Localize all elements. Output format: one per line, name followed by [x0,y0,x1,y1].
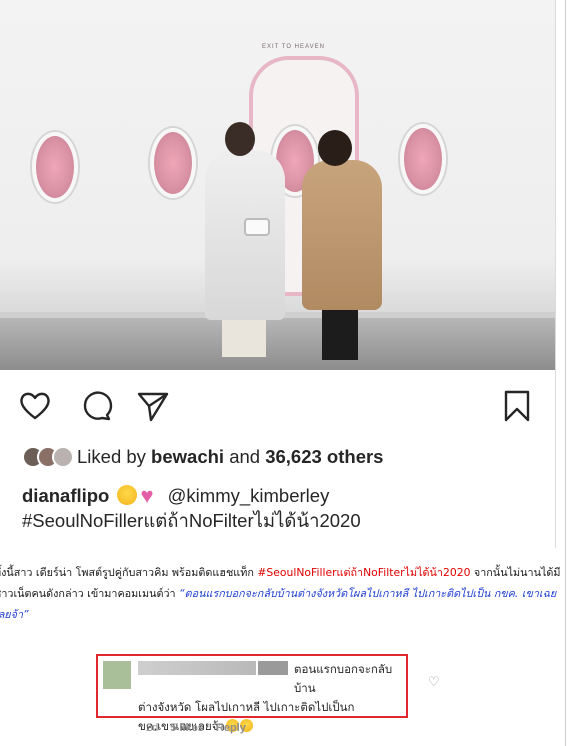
page-divider [565,0,566,746]
comment-icon[interactable] [80,389,114,423]
liked-by-joiner: and [229,446,261,467]
article-text-part1: ทั้งนี้สาว เดียร์น่า โพสต์รูปคู่กับสาวคิ… [0,566,258,579]
liked-by-prefix: Liked by [77,446,146,467]
likes-count[interactable]: 36,623 others [265,446,383,467]
likes-summary[interactable]: Liked by bewachi and 36,623 others [22,443,383,471]
photo-floor [0,318,555,370]
article-hashtag: #SeoulNoFillerแต่ถ้าNoFilterไม่ได้น้า202… [257,566,471,579]
instagram-post-card: EXIT TO HEAVEN Liked by bewachi and 36,6… [0,0,556,548]
person-right-head [318,130,352,166]
pink-heart-emoji-icon [141,483,161,508]
exit-sign: EXIT TO HEAVEN [262,44,325,50]
comment-like-heart-icon[interactable]: ♡ [428,674,440,690]
avatar [52,446,74,468]
comment-time: 2d [146,722,159,734]
comment-highlight-box: ตอนแรกบอกจะกลับบ้าน ต่างจังหวัด โผลไปเกา… [96,654,408,733]
post-actions-bar [0,372,555,436]
article-paragraph: ทั้งนี้สาว เดียร์น่า โพสต์รูปคู่กับสาวคิ… [0,562,569,625]
laughing-emoji-icon [116,485,137,505]
plane-window [32,132,78,202]
share-icon[interactable] [136,389,170,423]
plane-window [150,128,196,198]
commenter-avatar-blurred [103,661,131,689]
bookmark-icon[interactable] [500,389,534,423]
handbag [244,218,270,236]
person-left-head [225,122,255,156]
comment-line-2: ต่างจังหวัด โผลไปเกาหลี ไปเกาะติดไปเป็นก [138,700,355,714]
comment-line-1: ตอนแรกบอกจะกลับบ้าน [294,662,393,695]
post-caption: dianaflipo @kimmy_kimberley #SeoulNoFill… [22,483,542,533]
post-photo: EXIT TO HEAVEN [0,0,555,370]
heart-icon[interactable] [18,389,52,423]
plane-window [400,124,446,194]
caption-mention[interactable]: @kimmy_kimberley [168,485,330,506]
liked-by-text: Liked by bewachi and 36,623 others [77,446,383,468]
caption-username[interactable]: dianaflipo [22,485,109,506]
caption-hashtag[interactable]: #SeoulNoFillerแต่ถ้าNoFilterไม่ได้น้า202… [22,510,361,531]
liked-by-user[interactable]: bewachi [151,446,224,467]
person-right-coat [302,160,382,310]
comment-meta: 2d 5 likes Reply [146,722,246,734]
comment-reply-button[interactable]: Reply [216,722,246,734]
comment-likes[interactable]: 5 likes [170,722,204,734]
liker-avatars [22,446,74,468]
